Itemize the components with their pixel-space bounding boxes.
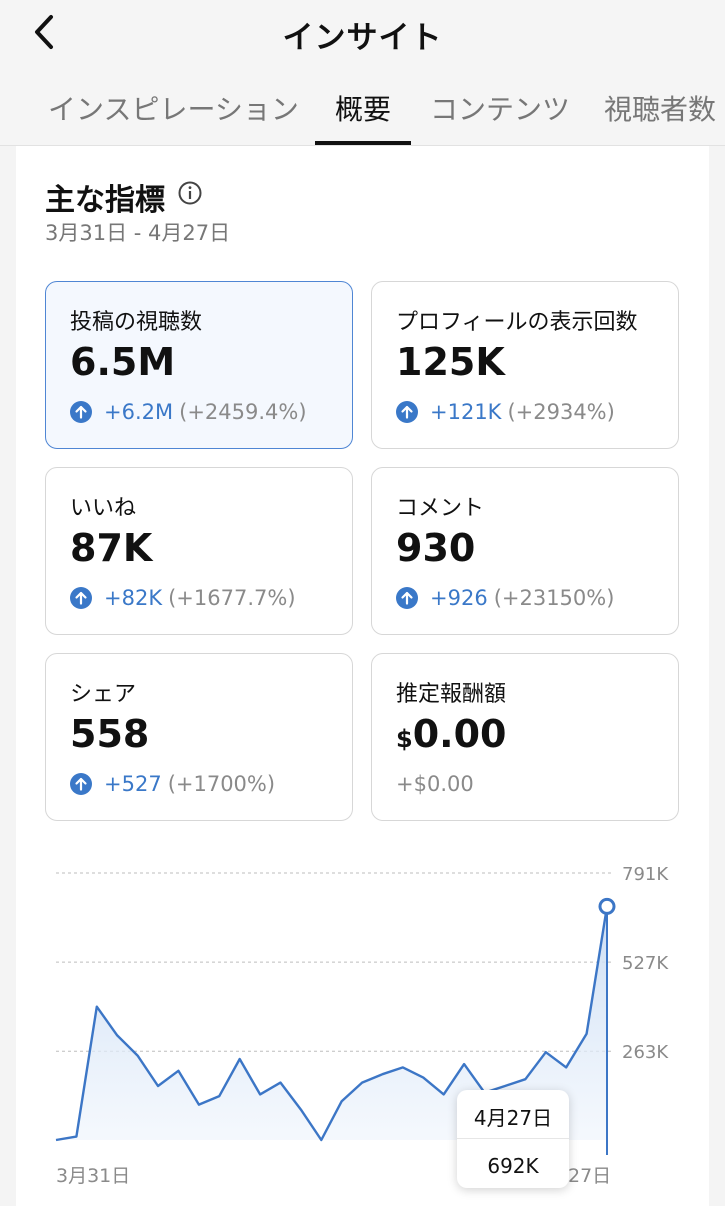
metric-label: 推定報酬額 bbox=[396, 682, 507, 707]
metric-value: 87K bbox=[70, 526, 153, 570]
delta-absolute: +527 bbox=[104, 772, 162, 796]
metric-label: 投稿の視聴数 bbox=[70, 310, 203, 335]
metric-delta: +926 (+23150%) bbox=[396, 586, 614, 610]
delta-absolute: +$0.00 bbox=[396, 772, 474, 796]
tab-content[interactable]: コンテンツ bbox=[430, 88, 570, 128]
metric-value: 6.5M bbox=[70, 340, 176, 384]
delta-percent: (+2459.4%) bbox=[179, 400, 307, 424]
metric-delta: +6.2M (+2459.4%) bbox=[70, 400, 307, 424]
chart-selected-point[interactable] bbox=[598, 897, 616, 915]
views-chart[interactable]: 263K 527K 791K 3月31日 27日 bbox=[0, 840, 725, 1200]
metric-card-likes[interactable]: いいね 87K +82K (+1677.7%) bbox=[45, 467, 353, 635]
currency-symbol: $ bbox=[396, 725, 413, 753]
delta-absolute: +926 bbox=[430, 586, 488, 610]
delta-absolute: +6.2M bbox=[104, 400, 174, 424]
metric-label: コメント bbox=[396, 496, 485, 521]
arrow-up-icon bbox=[396, 587, 418, 609]
arrow-up-icon bbox=[70, 587, 92, 609]
metric-card-comments[interactable]: コメント 930 +926 (+23150%) bbox=[371, 467, 679, 635]
metric-value: 930 bbox=[396, 526, 476, 570]
metric-value: 558 bbox=[70, 712, 150, 756]
tab-overview[interactable]: 概要 bbox=[335, 88, 391, 128]
arrow-up-icon bbox=[70, 401, 92, 423]
metric-delta: +82K (+1677.7%) bbox=[70, 586, 296, 610]
tab-bar: インスピレーション 概要 コンテンツ 視聴者数 bbox=[0, 78, 725, 145]
metric-label: プロフィールの表示回数 bbox=[396, 310, 638, 335]
tab-audience[interactable]: 視聴者数 bbox=[604, 88, 716, 128]
metric-card-post-views[interactable]: 投稿の視聴数 6.5M +6.2M (+2459.4%) bbox=[45, 281, 353, 449]
x-tick-label-end: 27日 bbox=[568, 1165, 611, 1187]
metric-card-estimated-earnings[interactable]: 推定報酬額 $0.00 +$0.00 bbox=[371, 653, 679, 821]
metric-delta: +121K (+2934%) bbox=[396, 400, 615, 424]
y-tick-label: 527K bbox=[622, 953, 669, 974]
delta-absolute: +121K bbox=[430, 400, 502, 424]
metric-label: シェア bbox=[70, 682, 137, 707]
tab-inspiration[interactable]: インスピレーション bbox=[48, 88, 299, 128]
x-tick-label-start: 3月31日 bbox=[56, 1165, 130, 1187]
y-tick-label: 263K bbox=[622, 1042, 669, 1063]
metric-card-shares[interactable]: シェア 558 +527 (+1700%) bbox=[45, 653, 353, 821]
page-title: インサイト bbox=[282, 20, 443, 56]
arrow-up-icon bbox=[396, 401, 418, 423]
metric-amount: 0.00 bbox=[412, 712, 507, 756]
delta-percent: (+1700%) bbox=[167, 772, 276, 796]
chart-tooltip: 4月27日 692K bbox=[457, 1090, 569, 1188]
arrow-up-icon bbox=[70, 773, 92, 795]
metric-delta: +527 (+1700%) bbox=[70, 772, 275, 796]
metric-delta: +$0.00 bbox=[396, 772, 474, 796]
metric-card-profile-views[interactable]: プロフィールの表示回数 125K +121K (+2934%) bbox=[371, 281, 679, 449]
date-range: 3月31日 - 4月27日 bbox=[45, 221, 231, 245]
top-bar: インサイト インスピレーション 概要 コンテンツ 視聴者数 bbox=[0, 0, 725, 146]
y-tick-label: 791K bbox=[622, 864, 669, 885]
delta-percent: (+23150%) bbox=[493, 586, 615, 610]
tooltip-date: 4月27日 bbox=[473, 1106, 553, 1130]
tooltip-value: 692K bbox=[487, 1154, 539, 1178]
metric-value: 125K bbox=[396, 340, 505, 384]
delta-percent: (+1677.7%) bbox=[168, 586, 296, 610]
info-icon[interactable] bbox=[177, 180, 203, 206]
metric-label: いいね bbox=[70, 496, 137, 521]
delta-absolute: +82K bbox=[104, 586, 163, 610]
delta-percent: (+2934%) bbox=[507, 400, 615, 424]
active-tab-indicator bbox=[315, 141, 411, 145]
tooltip-divider bbox=[457, 1138, 569, 1139]
metric-value: $0.00 bbox=[396, 712, 506, 756]
section-title: 主な指標 bbox=[45, 183, 165, 218]
